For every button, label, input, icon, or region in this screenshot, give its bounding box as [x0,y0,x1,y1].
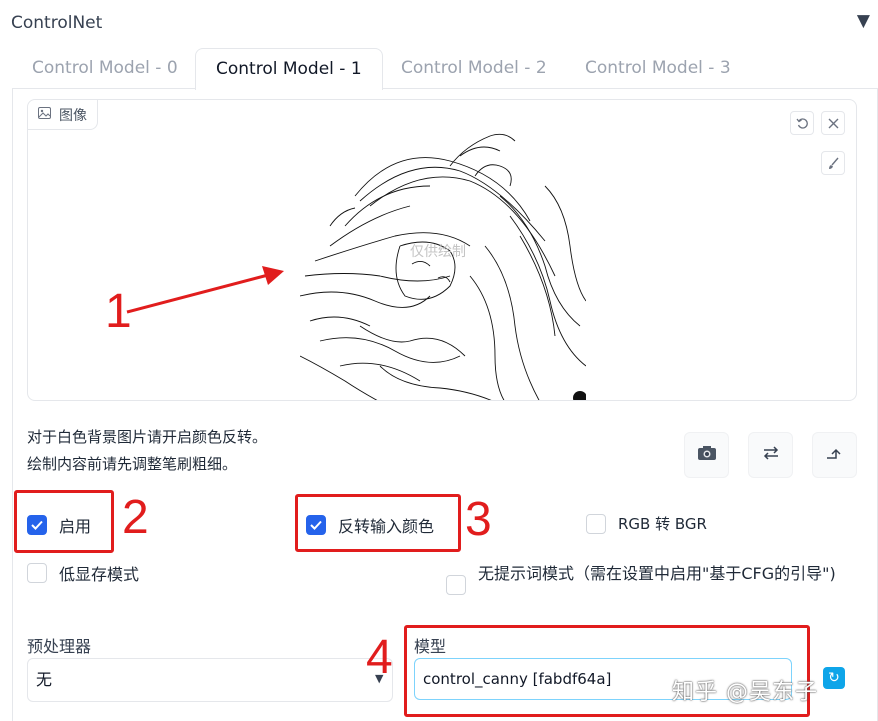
control-model-tabs: Control Model - 0 Control Model - 1 Cont… [12,48,878,90]
tab-control-model-3[interactable]: Control Model - 3 [565,48,751,88]
accordion-title: ControlNet [11,13,103,33]
swap-icon [762,445,780,465]
zhihu-watermark: 知乎 @吴东子 [672,680,818,705]
close-icon[interactable] [821,111,845,135]
collapse-triangle-icon[interactable]: ▼ [857,11,870,31]
tab-control-model-1[interactable]: Control Model - 1 [195,48,383,90]
tab-control-model-0[interactable]: Control Model - 0 [12,48,198,88]
camera-button[interactable] [684,432,729,478]
controlnet-accordion-header[interactable]: ControlNet ▼ [0,0,878,48]
image-icon [38,106,51,123]
send-dimensions-icon [826,446,844,465]
hint-invert-colors: 对于白色背景图片请开启颜色反转。 [27,428,268,446]
guess-mode-checkbox[interactable] [446,575,466,595]
annotation-number-1: 1 [105,285,132,338]
rgb-to-bgr-checkbox[interactable] [586,513,606,534]
highlight-box-invert [295,494,461,552]
brush-icon[interactable] [821,151,845,175]
image-label: 图像 [28,100,98,130]
low-vram-checkbox[interactable] [27,563,47,583]
rgb-bgr-checkbox-row[interactable]: RGB 转 BGR [586,513,707,534]
annotation-number-4: 4 [366,631,393,684]
canny-sketch-image: 仅供绘制 [300,126,586,400]
image-input[interactable]: 图像 仅供绘制 [27,99,857,401]
hint-brush-size: 绘制内容前请先调整笔刷粗细。 [27,455,238,473]
annotation-number-2: 2 [122,491,149,544]
low-vram-label: 低显存模式 [59,565,140,584]
sketch-watermark: 仅供绘制 [410,244,466,260]
annotation-number-3: 3 [465,493,492,546]
camera-icon [697,445,717,465]
rgb-to-bgr-label: RGB 转 BGR [618,515,707,533]
refresh-icon: ↻ [828,670,840,686]
guess-mode-checkbox-row[interactable]: 无提示词模式（需在设置中启用"基于CFG的引导") [446,561,838,595]
refresh-models-button[interactable]: ↻ [823,667,845,689]
preprocessor-select[interactable]: 无 [27,658,393,702]
preprocessor-label: 预处理器 [27,637,92,656]
highlight-box-enable [14,490,114,553]
undo-icon[interactable] [790,111,814,135]
send-dimensions-button[interactable] [812,432,857,478]
swap-button[interactable] [748,432,793,478]
tab-control-model-2[interactable]: Control Model - 2 [381,48,567,88]
image-label-text: 图像 [59,107,87,124]
low-vram-checkbox-row[interactable]: 低显存模式 [27,561,139,585]
guess-mode-label: 无提示词模式（需在设置中启用"基于CFG的引导") [478,564,836,583]
